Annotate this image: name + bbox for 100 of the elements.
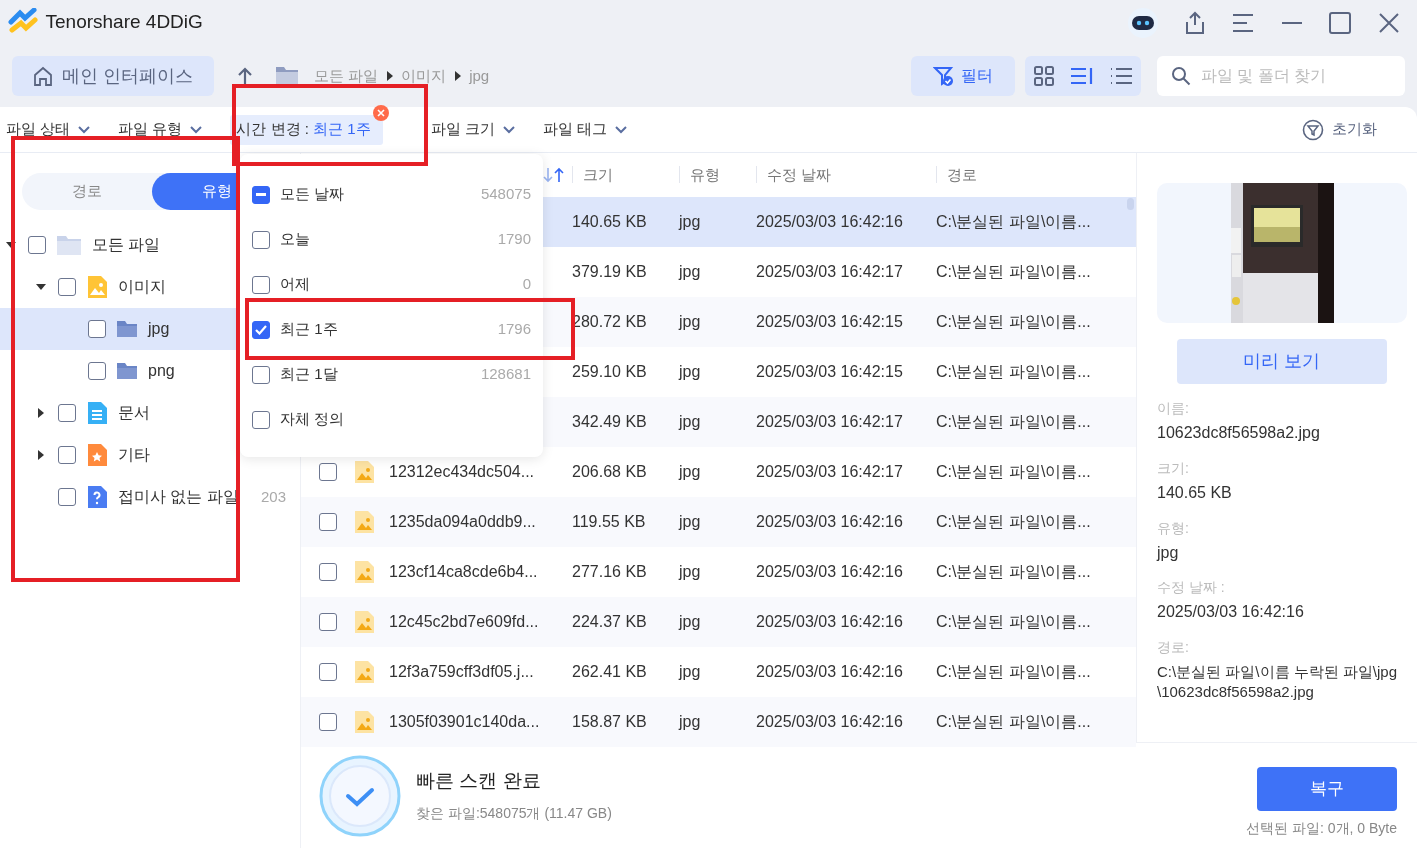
table-cell: jpg <box>679 213 701 230</box>
table-row[interactable]: 1235da094a0ddb9... 119.55 KB jpg 2025/03/03 16:42:16 C:\분실된 파일\이름... <box>301 497 1136 547</box>
table-cell: C:\분실된 파일\이름... <box>936 513 1091 530</box>
checkbox[interactable] <box>252 230 270 249</box>
table-cell: jpg <box>679 463 701 480</box>
checkbox[interactable] <box>88 320 106 338</box>
checkbox[interactable] <box>58 404 76 422</box>
table-cell: C:\분실된 파일\이름... <box>936 613 1091 630</box>
file-name: 1235da094a0ddb9... <box>389 513 536 530</box>
filter-dropdown[interactable]: 파일 태그 <box>542 118 627 141</box>
search-field[interactable]: 파일 및 폴더 찾기 <box>1157 56 1405 96</box>
checkbox[interactable] <box>28 236 46 254</box>
filter-dropdown[interactable]: 파일 상태 <box>6 118 91 141</box>
detail-label: 유형: <box>1157 518 1190 538</box>
image-file-icon <box>86 275 108 299</box>
table-cell: C:\분실된 파일\이름... <box>936 363 1091 380</box>
folder-icon <box>116 320 138 338</box>
folder-icon <box>56 234 82 256</box>
scrollbar-thumb[interactable] <box>1127 198 1134 210</box>
detail-label: 이름: <box>1157 399 1190 418</box>
table-row[interactable]: 12c45c2bd7e609fd... 224.37 KB jpg 2025/03/03 16:42:16 C:\분실된 파일\이름... <box>301 597 1136 647</box>
checkbox[interactable] <box>252 365 270 384</box>
checkbox[interactable] <box>319 463 337 481</box>
table-row[interactable]: 1305f03901c140da... 158.87 KB jpg 2025/03/03 16:42:16 C:\분실된 파일\이름... <box>301 697 1136 747</box>
caret-right-icon <box>453 71 462 81</box>
checkbox[interactable] <box>319 663 337 681</box>
table-cell: C:\분실된 파일\이름... <box>936 263 1091 280</box>
checkbox[interactable] <box>252 320 270 339</box>
image-file-icon <box>353 610 375 634</box>
tree-label: 기타 <box>118 445 150 465</box>
table-cell: C:\분실된 파일\이름... <box>936 713 1091 730</box>
maximize-icon[interactable] <box>1327 9 1353 36</box>
table-cell: 2025/03/03 16:42:16 <box>756 613 903 630</box>
sort-icon[interactable] <box>542 167 565 183</box>
column-header[interactable]: 수정 날짜 <box>756 165 832 183</box>
tree-label: 문서 <box>118 403 150 423</box>
checkbox[interactable] <box>252 410 270 429</box>
list-view-button[interactable] <box>1109 65 1134 87</box>
table-cell: 262.41 KB <box>572 663 647 680</box>
image-file-icon <box>353 710 375 734</box>
table-cell: 158.87 KB <box>572 713 647 730</box>
table-cell: C:\분실된 파일\이름... <box>936 213 1091 230</box>
filter-dropdown[interactable]: 파일 크기 <box>430 118 515 141</box>
table-cell: jpg <box>679 313 701 330</box>
chevron-down-icon <box>190 125 203 134</box>
robot-assistant-icon[interactable] <box>1127 6 1159 39</box>
chevron-down-icon <box>78 125 91 134</box>
table-cell: C:\분실된 파일\이름... <box>936 563 1091 580</box>
tree-item[interactable]: 접미사 없는 파일 203 <box>0 476 300 518</box>
status-title: 빠른 스캔 완료 <box>416 769 542 793</box>
remove-icon[interactable] <box>372 104 389 121</box>
selection-summary: 선택된 파일: 0개, 0 Byte <box>1246 819 1397 839</box>
image-file-icon <box>353 560 375 584</box>
reset-button[interactable]: 초기화 <box>1296 117 1383 142</box>
filter-reset-icon <box>1302 118 1324 141</box>
window-title: Tenorshare 4DDiG <box>45 10 203 35</box>
checkbox[interactable] <box>252 275 270 294</box>
column-header[interactable]: 크기 <box>572 165 613 183</box>
checkbox[interactable] <box>252 185 270 204</box>
up-arrow-icon[interactable] <box>236 67 253 85</box>
table-cell: 2025/03/03 16:42:16 <box>756 563 903 580</box>
grid-view-button[interactable] <box>1032 65 1055 87</box>
home-button[interactable]: 메인 인터페이스 <box>12 56 214 96</box>
checkbox[interactable] <box>88 362 106 380</box>
filter-button[interactable]: 필터 <box>911 56 1015 96</box>
table-row[interactable]: 123cf14ca8cde6b4... 277.16 KB jpg 2025/03/03 16:42:16 C:\분실된 파일\이름... <box>301 547 1136 597</box>
filter-chip[interactable]: 시간 변경 : 최근 1주 <box>230 114 383 145</box>
file-count: 203 <box>260 486 286 507</box>
filter-dropdown[interactable]: 파일 유형 <box>118 118 203 141</box>
checkbox[interactable] <box>319 513 337 531</box>
checkbox[interactable] <box>58 278 76 296</box>
option-label: 어제 <box>280 274 310 295</box>
table-cell: jpg <box>679 363 701 380</box>
table-row[interactable]: 12f3a759cff3df05.j... 262.41 KB jpg 2025/03/03 16:42:16 C:\분실된 파일\이름... <box>301 647 1136 697</box>
checkbox[interactable] <box>319 563 337 581</box>
column-header[interactable]: 유형 <box>679 165 720 183</box>
file-name: 123cf14ca8cde6b4... <box>389 563 538 580</box>
preview-button[interactable]: 미리 보기 <box>1177 339 1387 384</box>
scan-complete-icon <box>319 754 401 837</box>
table-cell: 119.55 KB <box>572 513 646 530</box>
option-count: 1790 <box>497 229 531 250</box>
table-row[interactable]: 12312ec434dc504... 206.68 KB jpg 2025/03/03 16:42:17 C:\분실된 파일\이름... <box>301 447 1136 497</box>
detail-value: 2025/03/03 16:42:16 <box>1157 602 1305 623</box>
option-count: 1796 <box>497 319 531 340</box>
table-cell: jpg <box>679 263 701 280</box>
column-header[interactable]: 경로 <box>936 165 977 183</box>
checkbox[interactable] <box>58 488 76 506</box>
table-cell: jpg <box>679 663 701 680</box>
chevron-down-icon <box>614 125 627 134</box>
recover-button[interactable]: 복구 <box>1257 766 1397 811</box>
checkbox[interactable] <box>319 613 337 631</box>
table-cell: 2025/03/03 16:42:16 <box>756 513 903 530</box>
table-cell: 2025/03/03 16:42:17 <box>756 263 903 280</box>
checkbox[interactable] <box>58 446 76 464</box>
dropdown-option[interactable]: 최근 1달 128681 <box>240 352 543 397</box>
detail-view-button[interactable] <box>1070 65 1094 87</box>
document-icon <box>86 401 108 425</box>
detail-label: 크기: <box>1157 458 1190 478</box>
search-icon[interactable] <box>1171 66 1191 86</box>
checkbox[interactable] <box>319 713 337 731</box>
